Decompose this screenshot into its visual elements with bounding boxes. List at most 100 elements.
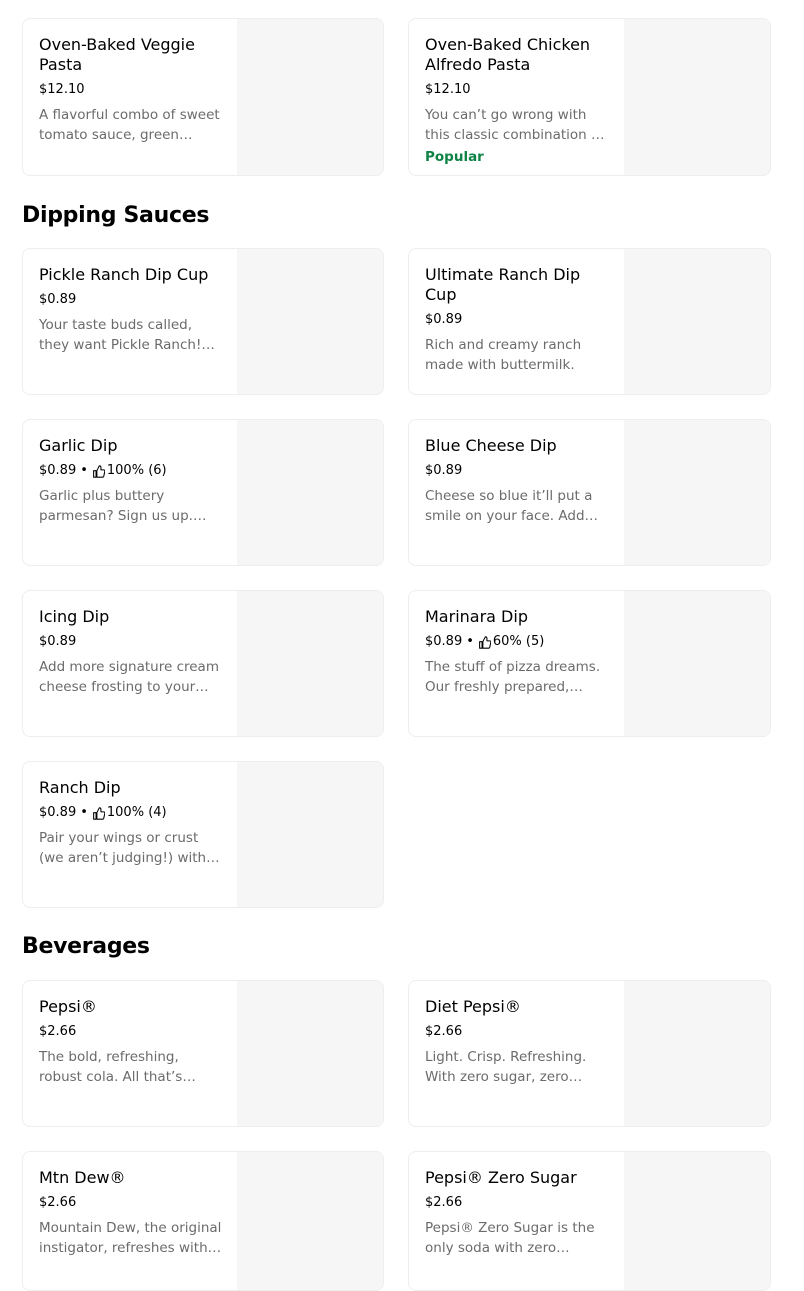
- menu-item-name: Mtn Dew®: [39, 1168, 126, 1187]
- menu-item-description: The stuff of pizza dreams. Our freshly p…: [425, 659, 601, 695]
- menu-item-meta: $12.10: [425, 81, 609, 99]
- menu-item-price: $0.89: [39, 634, 77, 649]
- menu-item-meta: $0.89: [425, 311, 609, 329]
- menu-item-image: [624, 1152, 770, 1290]
- menu-item-meta: $2.66: [425, 1023, 609, 1041]
- menu-item-price: $0.89: [39, 463, 77, 478]
- menu-item-card[interactable]: Oven-Baked Veggie Pasta $12.10 A flavorf…: [22, 18, 384, 176]
- meta-separator: •: [80, 463, 88, 478]
- menu-item-card[interactable]: Ranch Dip $0.89 • 100% (4) Pair your win…: [22, 761, 384, 908]
- menu-item-card[interactable]: Garlic Dip $0.89 • 100% (6) Garlic plus …: [22, 419, 384, 566]
- menu-item-description: The bold, refreshing, robust cola. All t…: [39, 1049, 183, 1085]
- menu-item-description: Your taste buds called, they want Pickle…: [39, 317, 202, 353]
- menu-item-meta: $0.89: [39, 633, 223, 651]
- menu-item-name: Oven-Baked Veggie Pasta: [39, 35, 195, 74]
- menu-item-meta: $2.66: [39, 1194, 223, 1212]
- menu-item-card[interactable]: Ultimate Ranch Dip Cup $0.89 Rich and cr…: [408, 248, 771, 395]
- menu-item-name: Garlic Dip: [39, 436, 118, 455]
- menu-item-image: [624, 981, 770, 1126]
- menu-item-name: Blue Cheese Dip: [425, 436, 557, 455]
- menu-item-description: A flavorful combo of sweet tomato sauce,…: [39, 107, 220, 143]
- menu-item-details: Ultimate Ranch Dip Cup $0.89 Rich and cr…: [425, 265, 609, 375]
- menu-item-card[interactable]: Pepsi® Zero Sugar $2.66 Pepsi® Zero Suga…: [408, 1151, 771, 1291]
- menu-item-description: Light. Crisp. Refreshing. With zero suga…: [425, 1049, 587, 1085]
- menu-item-price: $0.89: [425, 463, 463, 478]
- menu-item-description: Add more signature cream cheese frosting…: [39, 659, 219, 695]
- menu-item-name: Marinara Dip: [425, 607, 528, 626]
- menu-item-details: Blue Cheese Dip $0.89 Cheese so blue it’…: [425, 436, 609, 526]
- menu-item-meta: $0.89: [425, 462, 609, 480]
- menu-item-meta: $0.89 • 100% (6): [39, 462, 223, 480]
- menu-item-image: [237, 981, 383, 1126]
- menu-item-card[interactable]: Mtn Dew® $2.66 Mountain Dew, the origina…: [22, 1151, 384, 1291]
- menu-item-price: $0.89: [39, 805, 77, 820]
- menu-item-image: [624, 249, 770, 394]
- menu-item-price: $2.66: [39, 1024, 77, 1039]
- menu-item-card[interactable]: Icing Dip $0.89 Add more signature cream…: [22, 590, 384, 737]
- menu-item-details: Oven-Baked Veggie Pasta $12.10 A flavorf…: [39, 35, 223, 145]
- menu-item-name: Ranch Dip: [39, 778, 121, 797]
- menu-item-name: Icing Dip: [39, 607, 110, 626]
- menu-item-image: [237, 19, 383, 175]
- menu-item-description: Pepsi® Zero Sugar is the only soda with …: [425, 1220, 595, 1256]
- menu-item-description: You can’t go wrong with this classic com…: [425, 107, 605, 143]
- menu-item-name: Diet Pepsi®: [425, 997, 521, 1016]
- menu-item-description: Garlic plus buttery parmesan? Sign us up…: [39, 488, 193, 524]
- menu-item-price: $2.66: [425, 1195, 463, 1210]
- menu-item-image: [237, 249, 383, 394]
- menu-item-details: Ranch Dip $0.89 • 100% (4) Pair your win…: [39, 778, 223, 868]
- menu-item-name: Oven-Baked Chicken Alfredo Pasta: [425, 35, 591, 74]
- menu-item-description: Pair your wings or crust (we aren’t judg…: [39, 830, 207, 866]
- menu-item-card[interactable]: Pickle Ranch Dip Cup $0.89 Your taste bu…: [22, 248, 384, 395]
- menu-item-price: $0.89: [39, 292, 77, 307]
- popular-badge: Popular: [425, 149, 484, 165]
- menu-item-rating: 60% (5): [492, 634, 545, 649]
- menu-item-details: Diet Pepsi® $2.66 Light. Crisp. Refreshi…: [425, 997, 609, 1087]
- menu-item-price: $12.10: [39, 82, 85, 97]
- menu-item-name: Pickle Ranch Dip Cup: [39, 265, 209, 284]
- menu-item-name: Ultimate Ranch Dip Cup: [425, 265, 581, 304]
- menu-item-rating: 100% (6): [106, 463, 167, 478]
- menu-item-meta: $0.89 • 100% (4): [39, 804, 223, 822]
- menu-item-card[interactable]: Pepsi® $2.66 The bold, refreshing, robus…: [22, 980, 384, 1127]
- menu-item-price: $2.66: [425, 1024, 463, 1039]
- menu-item-meta: $2.66: [425, 1194, 609, 1212]
- menu-item-details: Pepsi® Zero Sugar $2.66 Pepsi® Zero Suga…: [425, 1168, 609, 1258]
- menu-item-price: $0.89: [425, 634, 463, 649]
- section-title-beverages: Beverages: [22, 934, 150, 959]
- menu-item-description: Rich and creamy ranch made with buttermi…: [425, 337, 582, 373]
- menu-item-description: Mountain Dew, the original instigator, r…: [39, 1220, 222, 1256]
- section-title-dipping-sauces: Dipping Sauces: [22, 203, 210, 228]
- menu-item-details: Pepsi® $2.66 The bold, refreshing, robus…: [39, 997, 223, 1087]
- menu-item-meta: $12.10: [39, 81, 223, 99]
- menu-item-details: Mtn Dew® $2.66 Mountain Dew, the origina…: [39, 1168, 223, 1258]
- menu-item-details: Marinara Dip $0.89 • 60% (5) The stuff o…: [425, 607, 609, 697]
- menu-item-details: Garlic Dip $0.89 • 100% (6) Garlic plus …: [39, 436, 223, 526]
- menu-item-image: [624, 19, 770, 175]
- menu-item-meta: $2.66: [39, 1023, 223, 1041]
- menu-item-meta: $0.89 • 60% (5): [425, 633, 609, 651]
- menu-item-card[interactable]: Marinara Dip $0.89 • 60% (5) The stuff o…: [408, 590, 771, 737]
- thumbs-up-icon: [478, 635, 491, 649]
- menu-item-name: Pepsi® Zero Sugar: [425, 1168, 577, 1187]
- menu-item-image: [624, 591, 770, 736]
- menu-item-card[interactable]: Diet Pepsi® $2.66 Light. Crisp. Refreshi…: [408, 980, 771, 1127]
- menu-item-price: $2.66: [39, 1195, 77, 1210]
- menu-item-image: [237, 762, 383, 907]
- menu-item-image: [237, 420, 383, 565]
- thumbs-up-icon: [92, 806, 105, 820]
- menu-item-price: $12.10: [425, 82, 471, 97]
- thumbs-up-icon: [92, 464, 105, 478]
- menu-item-price: $0.89: [425, 312, 463, 327]
- meta-separator: •: [466, 634, 474, 649]
- menu-item-rating: 100% (4): [106, 805, 167, 820]
- menu-item-details: Oven-Baked Chicken Alfredo Pasta $12.10 …: [425, 35, 609, 167]
- menu-item-image: [624, 420, 770, 565]
- menu-item-meta: $0.89: [39, 291, 223, 309]
- menu-item-details: Pickle Ranch Dip Cup $0.89 Your taste bu…: [39, 265, 223, 355]
- menu-item-card[interactable]: Blue Cheese Dip $0.89 Cheese so blue it’…: [408, 419, 771, 566]
- menu-item-image: [237, 1152, 383, 1290]
- menu-item-card[interactable]: Oven-Baked Chicken Alfredo Pasta $12.10 …: [408, 18, 771, 176]
- menu-item-name: Pepsi®: [39, 997, 97, 1016]
- menu-item-description: Cheese so blue it’ll put a smile on your…: [425, 488, 593, 524]
